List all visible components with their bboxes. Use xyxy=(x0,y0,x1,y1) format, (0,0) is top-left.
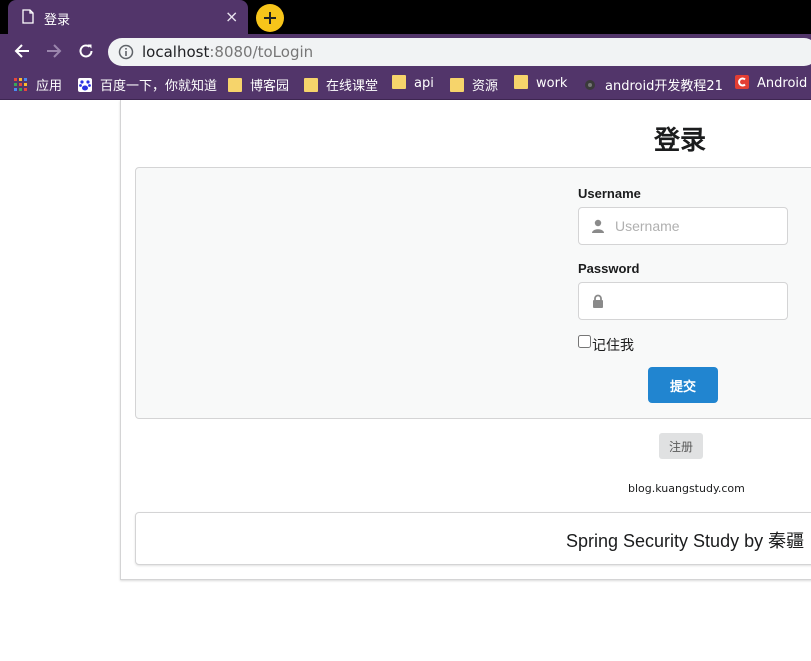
username-input[interactable] xyxy=(615,209,783,243)
remember-me-label: 记住我 xyxy=(592,338,634,354)
bookmark-label: android开发教程21 xyxy=(605,79,723,94)
password-field[interactable] xyxy=(578,282,788,320)
bookmark-folder-resources[interactable]: 资源 xyxy=(450,75,499,94)
footer-text: Spring Security Study by 秦疆 xyxy=(566,531,805,551)
bookmark-baidu[interactable]: 百度一下，你就知道 xyxy=(78,75,218,94)
bookmark-label: work xyxy=(536,76,568,91)
remember-me-checkbox[interactable] xyxy=(578,335,591,348)
bookmark-label: 应用 xyxy=(36,79,63,94)
info-icon[interactable] xyxy=(118,44,134,60)
username-label: Username xyxy=(578,186,641,201)
bookmark-folder-online-class[interactable]: 在线课堂 xyxy=(304,75,379,94)
page-title: 登录 xyxy=(654,126,707,156)
bookmark-label: 在线课堂 xyxy=(326,79,379,94)
blog-link[interactable]: blog.kuangstudy.com xyxy=(628,482,745,495)
bookmark-label: 博客园 xyxy=(250,79,290,94)
site-favicon-icon xyxy=(585,80,595,90)
folder-icon xyxy=(392,75,406,89)
reload-icon[interactable] xyxy=(77,42,95,60)
user-icon xyxy=(592,219,604,233)
bookmarks-bar: 应用 百度一下，你就知道 博客园 在线课堂 api 资源 work androi… xyxy=(0,68,811,100)
tab-close-icon[interactable]: × xyxy=(225,7,238,26)
browser-tab-strip: 登录 × xyxy=(0,0,811,34)
apps-grid-icon xyxy=(14,78,27,91)
bookmark-android-csdn[interactable]: Android xyxy=(735,75,807,93)
password-label: Password xyxy=(578,261,640,276)
folder-icon xyxy=(514,75,528,89)
url-path: :8080/toLogin xyxy=(209,43,314,61)
submit-button[interactable]: 提交 xyxy=(648,367,718,403)
back-arrow-icon[interactable] xyxy=(13,42,31,60)
page-icon xyxy=(22,9,34,24)
bookmark-label: Android xyxy=(757,76,808,91)
bookmark-label: 百度一下，你就知道 xyxy=(100,79,218,94)
forward-arrow-icon[interactable] xyxy=(45,42,63,60)
register-button[interactable]: 注册 xyxy=(659,433,703,459)
browser-tab[interactable]: 登录 × xyxy=(8,0,248,34)
lock-icon xyxy=(593,294,603,308)
csdn-c-icon xyxy=(735,75,749,89)
bookmark-folder-work[interactable]: work xyxy=(514,75,567,93)
bookmark-folder-api[interactable]: api xyxy=(392,75,434,93)
folder-icon xyxy=(228,78,242,92)
password-input[interactable] xyxy=(615,284,783,318)
username-field[interactable] xyxy=(578,207,788,245)
tab-title: 登录 xyxy=(44,13,71,28)
folder-icon xyxy=(304,78,318,92)
bookmark-label: api xyxy=(414,76,434,91)
bookmark-folder-cnblogs[interactable]: 博客园 xyxy=(228,75,290,94)
plus-icon xyxy=(264,12,276,24)
baidu-paw-icon xyxy=(78,78,92,92)
new-tab-button[interactable] xyxy=(256,4,284,32)
bookmark-android-tutorial[interactable]: android开发教程21 xyxy=(583,75,723,94)
address-bar[interactable]: localhost:8080/toLogin xyxy=(108,38,811,66)
bookmark-apps[interactable]: 应用 xyxy=(14,75,63,94)
folder-icon xyxy=(450,78,464,92)
url-text[interactable]: localhost:8080/toLogin xyxy=(142,43,313,61)
url-host: localhost xyxy=(142,43,210,61)
bookmark-label: 资源 xyxy=(472,79,499,94)
